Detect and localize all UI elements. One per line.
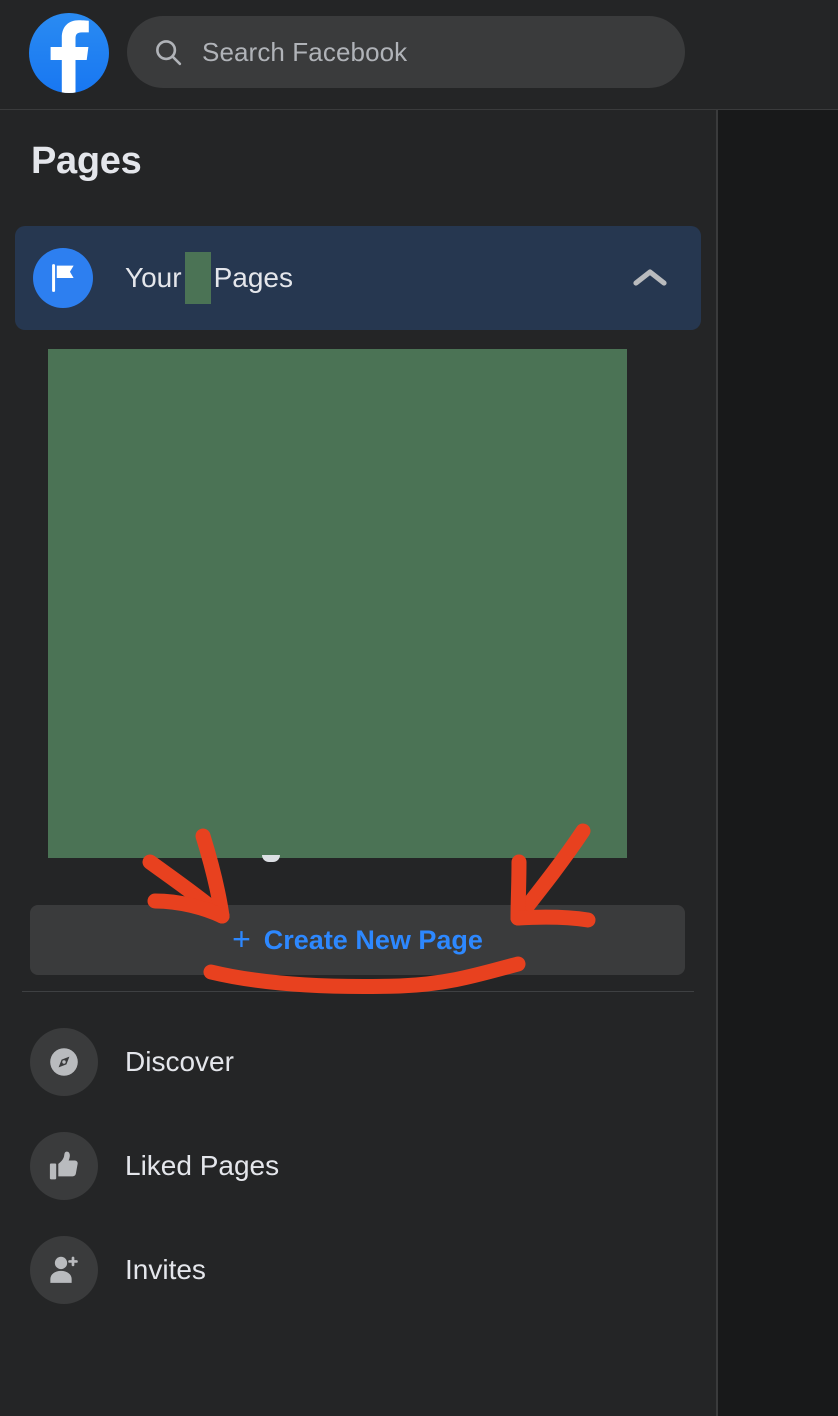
search-input[interactable]: Search Facebook <box>127 16 685 88</box>
sidebar-item-invites[interactable]: Invites <box>30 1232 690 1308</box>
thumbs-up-icon <box>30 1132 98 1200</box>
sidebar-item-label: Discover <box>125 1046 234 1077</box>
main-content-area <box>718 110 838 1416</box>
flag-glyph <box>52 264 74 292</box>
chevron-up-icon[interactable] <box>631 226 669 330</box>
your-pages-section-header[interactable]: Your Pages <box>15 226 701 330</box>
sidebar-item-discover[interactable]: Discover <box>30 1024 690 1100</box>
redaction-inline <box>184 252 211 304</box>
top-header-bar: Search Facebook <box>0 0 838 110</box>
your-pages-label: Your Pages <box>125 226 293 330</box>
your-pages-label-before: Your <box>125 262 182 293</box>
discover-glyph <box>50 1048 78 1076</box>
person-add-icon <box>30 1236 98 1304</box>
facebook-logo-icon[interactable] <box>29 13 109 93</box>
facebook-f-glyph <box>50 20 89 93</box>
sidebar-item-label: Invites <box>125 1254 206 1285</box>
person-add-glyph <box>50 1256 78 1283</box>
page-title: Pages <box>31 140 142 182</box>
app-screen: Search Facebook Pages Your Pages + Creat… <box>0 0 838 1416</box>
redaction-overlay <box>48 349 627 858</box>
flag-icon <box>33 248 93 308</box>
chevron-up-glyph <box>633 269 667 286</box>
create-new-page-button[interactable]: + Create New Page <box>30 905 685 975</box>
sidebar-item-label: Liked Pages <box>125 1150 280 1181</box>
thumbs-up-glyph <box>49 1151 78 1180</box>
discover-icon <box>30 1028 98 1096</box>
search-icon <box>156 40 182 66</box>
create-new-page-label: Create New Page <box>263 924 483 955</box>
section-divider <box>22 991 694 992</box>
your-pages-label-after: Pages <box>213 262 293 293</box>
plus-icon: + <box>232 921 251 957</box>
sidebar-item-liked-pages[interactable]: Liked Pages <box>30 1128 690 1204</box>
search-placeholder-text: Search Facebook <box>202 36 408 67</box>
